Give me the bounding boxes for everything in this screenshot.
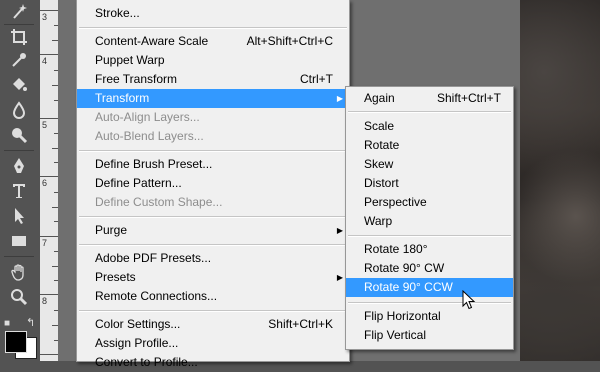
history-brush-icon[interactable] xyxy=(4,100,34,120)
mouse-cursor-icon xyxy=(462,289,476,313)
ruler-label: 7 xyxy=(42,238,48,248)
menu-item-distort[interactable]: Distort xyxy=(346,174,513,193)
menu-item-scale[interactable]: Scale xyxy=(346,117,513,136)
foreground-color-swatch[interactable] xyxy=(5,331,27,353)
menu-item-define-brush-preset[interactable]: Define Brush Preset... xyxy=(77,155,349,174)
menu-item-rotate[interactable]: Rotate xyxy=(346,136,513,155)
edit-menu: Stroke... Content-Aware Scale Alt+Shift+C… xyxy=(76,0,350,369)
ruler-label: 3 xyxy=(42,12,48,22)
menu-item-purge[interactable]: Purge ▶ xyxy=(77,221,349,240)
menu-item-warp[interactable]: Warp xyxy=(346,212,513,231)
menu-item-flip-vertical[interactable]: Flip Vertical xyxy=(346,326,513,345)
vertical-ruler: 3 4 5 6 7 8 xyxy=(40,0,59,361)
ruler-label: 8 xyxy=(42,296,48,306)
hand-icon[interactable] xyxy=(4,262,34,282)
menu-item-define-pattern[interactable]: Define Pattern... xyxy=(77,174,349,193)
ruler-label: 5 xyxy=(42,120,48,130)
menu-item-content-aware-scale[interactable]: Content-Aware Scale Alt+Shift+Ctrl+C xyxy=(77,32,349,51)
menu-item-again[interactable]: Again Shift+Ctrl+T xyxy=(346,89,513,108)
menu-item-auto-blend-layers: Auto-Blend Layers... xyxy=(95,129,204,143)
menu-item-define-custom-shape: Define Custom Shape... xyxy=(95,195,223,209)
menu-item-rotate-180[interactable]: Rotate 180° xyxy=(346,240,513,259)
default-colors-icon[interactable]: ■ xyxy=(4,318,10,329)
menu-item-free-transform[interactable]: Free Transform Ctrl+T xyxy=(77,70,349,89)
menu-item-puppet-warp[interactable]: Puppet Warp xyxy=(77,51,349,70)
menu-item-perspective[interactable]: Perspective xyxy=(346,193,513,212)
menu-item-stroke[interactable]: Stroke... xyxy=(77,4,349,23)
menu-item-skew[interactable]: Skew xyxy=(346,155,513,174)
paint-bucket-icon[interactable] xyxy=(4,75,34,95)
menu-item-color-settings[interactable]: Color Settings... Shift+Ctrl+K xyxy=(77,315,349,334)
menu-item-rotate-90-ccw[interactable]: Rotate 90° CCW xyxy=(346,278,513,297)
swap-colors-icon[interactable]: ↰ xyxy=(26,316,35,329)
submenu-arrow-icon: ▶ xyxy=(336,226,343,235)
zoom-icon[interactable] xyxy=(4,125,34,145)
menu-item-flip-horizontal[interactable]: Flip Horizontal xyxy=(346,307,513,326)
menu-item-assign-profile[interactable]: Assign Profile... xyxy=(77,334,349,353)
menu-item-presets[interactable]: Presets ▶ xyxy=(77,268,349,287)
path-selection-icon[interactable] xyxy=(4,206,34,226)
transform-submenu: Again Shift+Ctrl+T Scale Rotate Skew Dist… xyxy=(345,86,514,350)
canvas-image xyxy=(520,0,600,361)
crop-icon[interactable] xyxy=(4,27,34,47)
submenu-arrow-icon: ▶ xyxy=(336,273,343,282)
toolbox: ■ ↰ xyxy=(0,0,41,361)
pen-icon[interactable] xyxy=(4,156,34,176)
rectangle-shape-icon[interactable] xyxy=(4,231,34,251)
menu-item-remote-connections[interactable]: Remote Connections... xyxy=(77,287,349,306)
wand-icon[interactable] xyxy=(4,2,34,22)
ruler-label: 4 xyxy=(42,56,48,66)
menu-item-convert-to-profile[interactable]: Convert to Profile... xyxy=(77,353,349,372)
menu-item-transform[interactable]: Transform ▶ xyxy=(77,89,349,108)
menu-item-rotate-90-cw[interactable]: Rotate 90° CW xyxy=(346,259,513,278)
eyedropper-icon[interactable] xyxy=(4,50,34,70)
type-icon[interactable] xyxy=(4,181,34,201)
zoom-icon[interactable] xyxy=(4,287,34,307)
menu-item-auto-align-layers: Auto-Align Layers... xyxy=(95,110,200,124)
submenu-arrow-icon: ▶ xyxy=(336,94,343,103)
ruler-label: 6 xyxy=(42,178,48,188)
menu-item-adobe-pdf-presets[interactable]: Adobe PDF Presets... xyxy=(77,249,349,268)
